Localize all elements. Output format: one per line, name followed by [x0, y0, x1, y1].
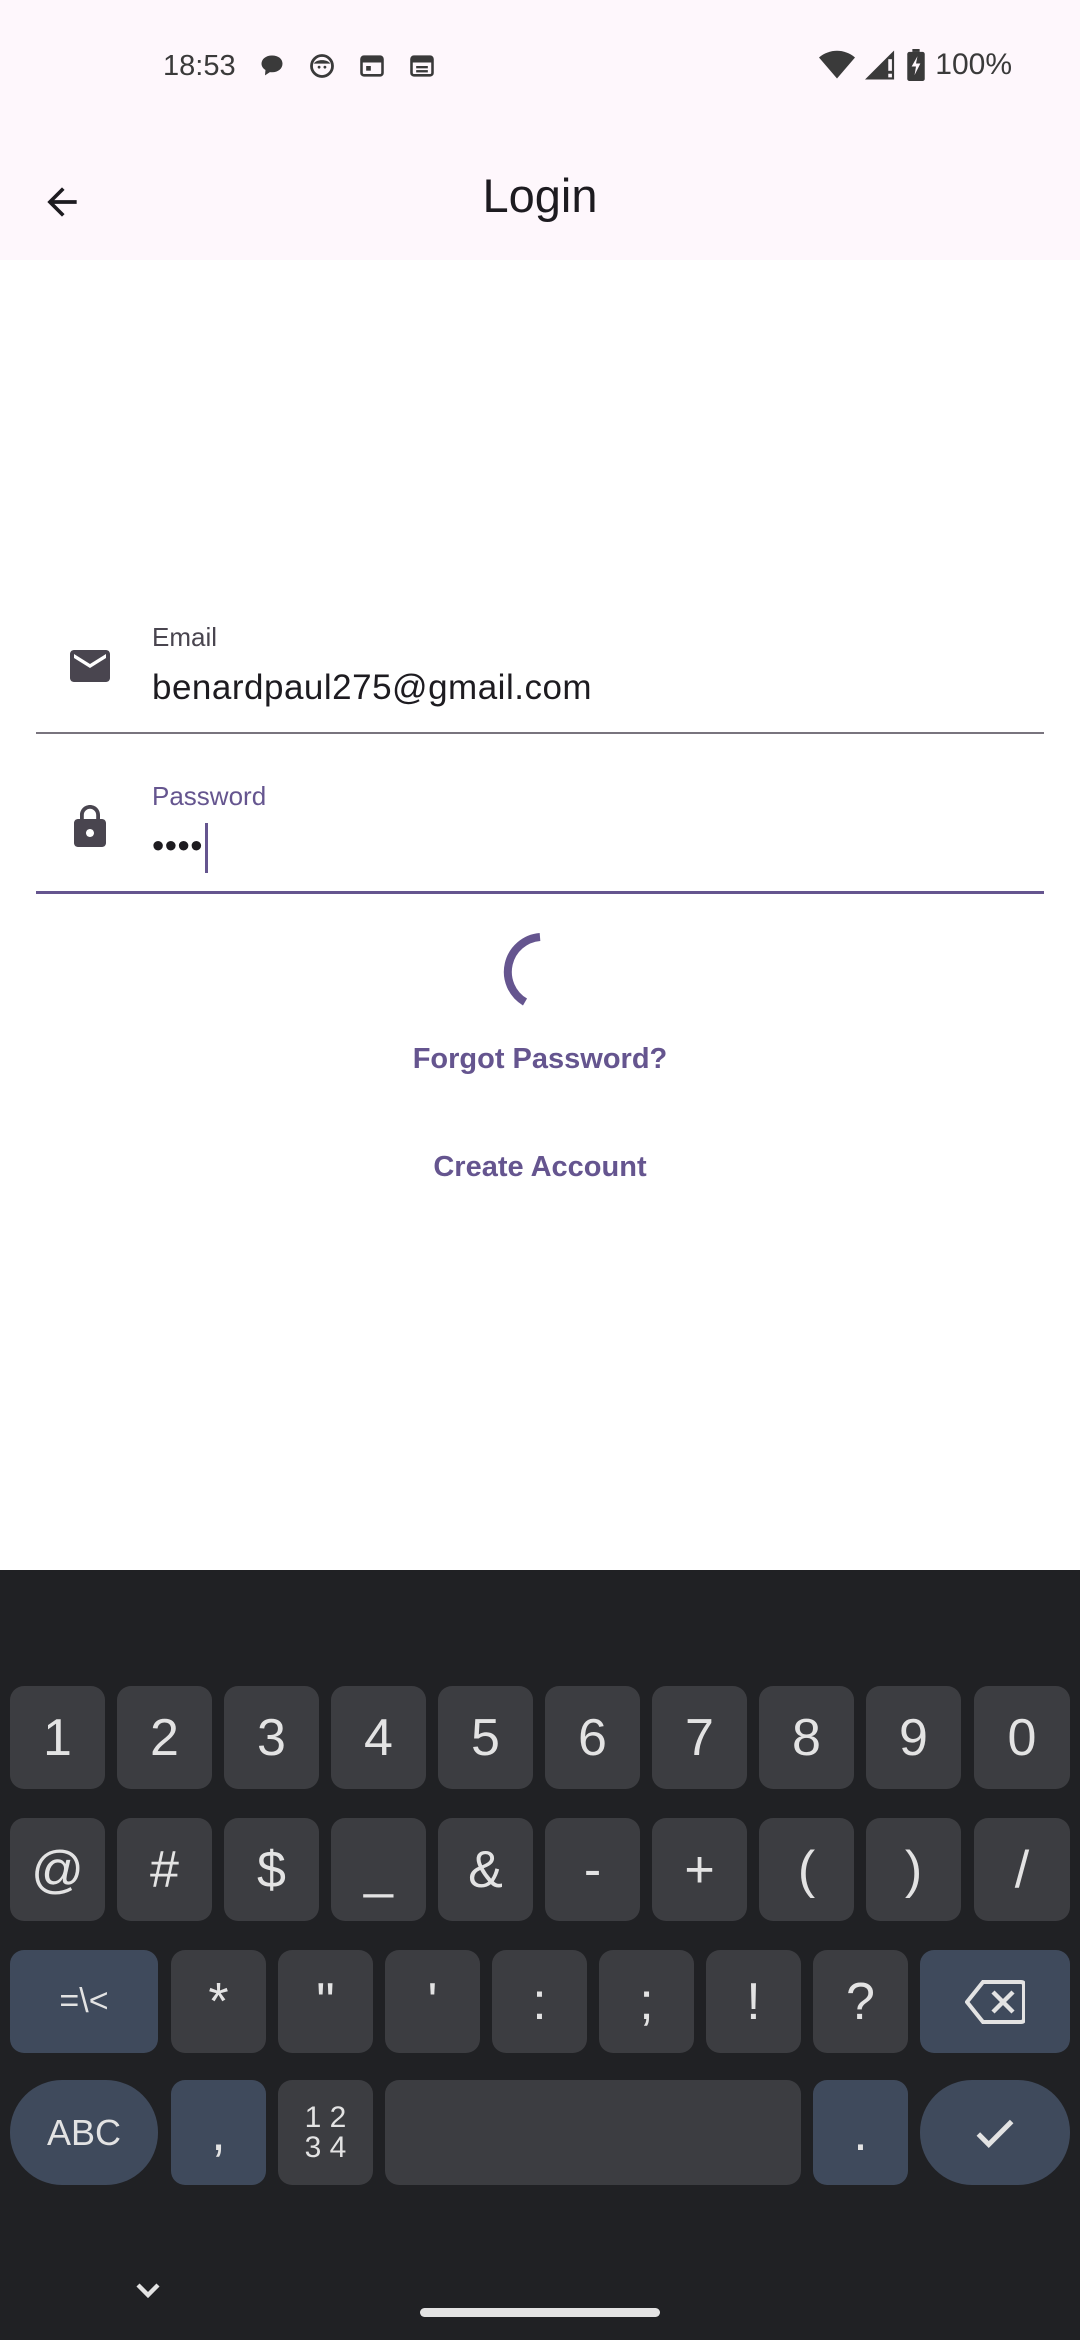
email-value: benardpaul275@gmail.com — [152, 668, 593, 707]
numpad-key[interactable]: 1 2 3 4 — [278, 2080, 373, 2185]
app-bar: Login — [0, 140, 1080, 260]
key-close-paren[interactable]: ) — [866, 1818, 961, 1921]
space-bar[interactable] — [385, 2080, 801, 2185]
enter-key[interactable] — [920, 2080, 1070, 2185]
password-value: •••• — [152, 823, 209, 873]
key-single-quote[interactable]: ' — [385, 1950, 480, 2053]
key-7[interactable]: 7 — [652, 1686, 747, 1789]
key-double-quote[interactable]: " — [278, 1950, 373, 2053]
backspace-key[interactable] — [920, 1950, 1070, 2053]
key-ampersand[interactable]: & — [438, 1818, 533, 1921]
forgot-password-link[interactable]: Forgot Password? — [0, 1043, 1080, 1076]
chevron-down-icon[interactable] — [128, 2270, 168, 2310]
abc-key[interactable]: ABC — [10, 2080, 158, 2185]
system-icons: 100% — [819, 48, 1012, 82]
battery-charging-icon — [907, 49, 925, 81]
key-period[interactable]: . — [813, 2080, 908, 2185]
text-caret — [205, 823, 209, 873]
password-label: Password — [152, 781, 267, 811]
key-2[interactable]: 2 — [117, 1686, 212, 1789]
checkmark-icon — [976, 2119, 1014, 2148]
status-time: 18:53 — [163, 50, 236, 82]
key-asterisk[interactable]: * — [171, 1950, 266, 2053]
key-6[interactable]: 6 — [545, 1686, 640, 1789]
create-account-link[interactable]: Create Account — [0, 1151, 1080, 1184]
notification-icons — [258, 52, 436, 80]
password-field[interactable]: Password •••• — [36, 773, 1044, 894]
lock-icon — [74, 805, 106, 847]
key-open-paren[interactable]: ( — [759, 1818, 854, 1921]
face-icon — [310, 54, 334, 78]
calendar-icon — [360, 55, 384, 77]
key-1[interactable]: 1 — [10, 1686, 105, 1789]
battery-percent: 100% — [935, 48, 1012, 81]
backspace-icon — [965, 1979, 1025, 2024]
key-3[interactable]: 3 — [224, 1686, 319, 1789]
mail-icon — [70, 650, 110, 682]
key-comma[interactable]: , — [171, 2080, 266, 2185]
key-hash[interactable]: # — [117, 1818, 212, 1921]
key-slash[interactable]: / — [974, 1818, 1070, 1921]
email-label: Email — [152, 622, 218, 652]
page-title: Login — [482, 169, 598, 222]
calendar-icon — [410, 55, 434, 77]
key-8[interactable]: 8 — [759, 1686, 854, 1789]
key-9[interactable]: 9 — [866, 1686, 961, 1789]
key-colon[interactable]: : — [492, 1950, 587, 2053]
chat-bubble-icon — [261, 55, 283, 76]
password-dots: •••• — [152, 826, 204, 866]
key-4[interactable]: 4 — [331, 1686, 426, 1789]
numpad-bottom: 3 4 — [304, 2130, 347, 2164]
key-5[interactable]: 5 — [438, 1686, 533, 1789]
key-semicolon[interactable]: ; — [599, 1950, 694, 2053]
key-at[interactable]: @ — [10, 1818, 105, 1921]
key-exclamation[interactable]: ! — [706, 1950, 801, 2053]
key-0[interactable]: 0 — [974, 1686, 1070, 1789]
signal-icon — [865, 50, 895, 80]
status-bar: 18:53 100% — [0, 0, 1080, 140]
symbols-page-key[interactable]: =\< — [10, 1950, 158, 2053]
gesture-nav-handle[interactable] — [420, 2308, 660, 2317]
key-underscore[interactable]: _ — [331, 1818, 426, 1921]
key-plus[interactable]: + — [652, 1818, 747, 1921]
email-field[interactable]: Email benardpaul275@gmail.com — [36, 612, 1044, 734]
key-minus[interactable]: - — [545, 1818, 640, 1921]
wifi-icon — [819, 50, 856, 79]
loading-spinner — [503, 933, 541, 1006]
key-dollar[interactable]: $ — [224, 1818, 319, 1921]
key-question[interactable]: ? — [813, 1950, 908, 2053]
numpad-top: 1 2 — [304, 2100, 347, 2134]
